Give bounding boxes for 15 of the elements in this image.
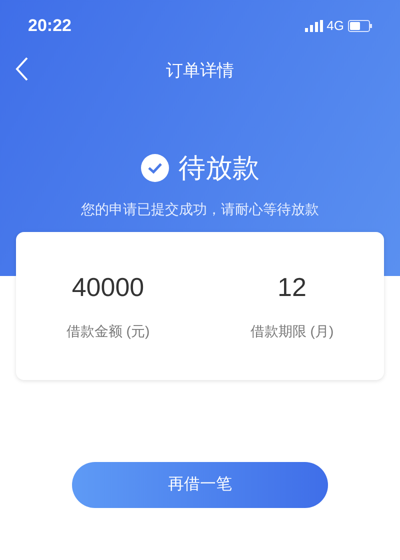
- check-icon: [140, 154, 168, 182]
- back-button[interactable]: [14, 56, 30, 82]
- battery-icon: [348, 20, 372, 32]
- signal-icon: [304, 20, 323, 32]
- status-message: 您的申请已提交成功，请耐心等待放款: [80, 200, 320, 218]
- page-title: 订单详情: [166, 60, 234, 82]
- status-time: 20:22: [28, 15, 72, 38]
- loan-value: 40000: [72, 271, 144, 304]
- network-label: 4G: [326, 17, 344, 36]
- loan-label: 借款期限 (月): [250, 322, 334, 341]
- loan-label: 借款金额 (元): [66, 322, 150, 341]
- loan-value: 12: [278, 271, 306, 304]
- back-icon: [14, 56, 30, 82]
- borrow-again-button[interactable]: 再借一笔: [72, 462, 328, 508]
- status-title: 待放款: [178, 152, 260, 185]
